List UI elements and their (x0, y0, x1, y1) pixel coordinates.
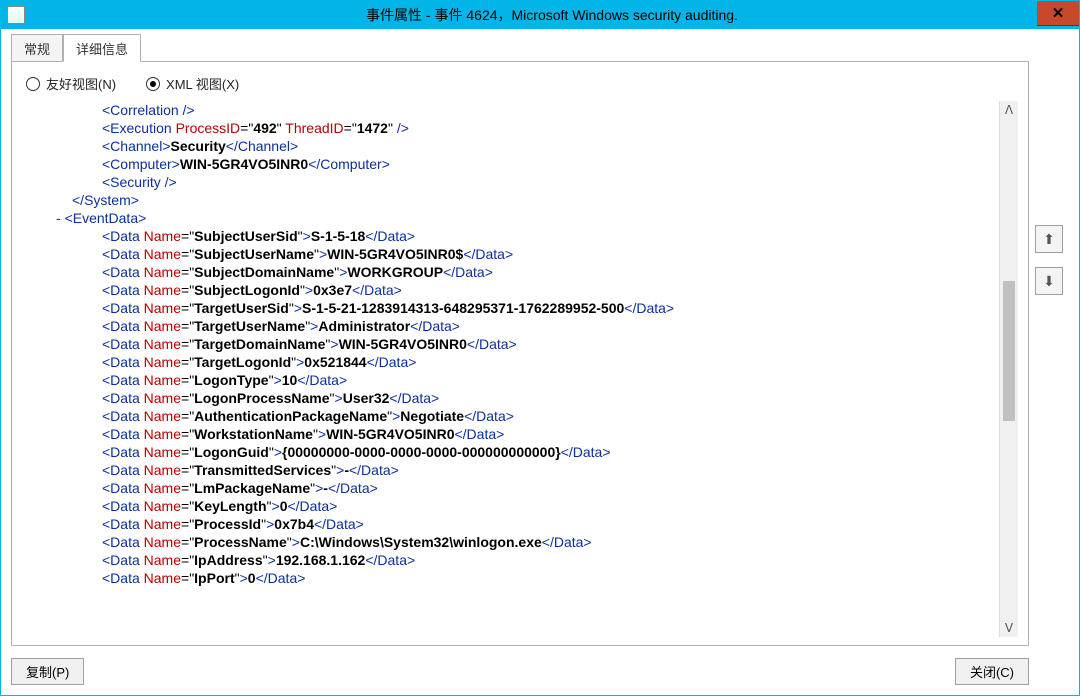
dialog-button-bar: 复制(P) 关闭(C) (11, 646, 1029, 685)
window-close-button[interactable]: ✕ (1037, 1, 1079, 26)
scroll-down-arrow[interactable]: ᐯ (1000, 619, 1018, 637)
scroll-thumb[interactable] (1003, 281, 1015, 421)
tab-strip: 常规 详细信息 (11, 35, 1029, 61)
radio-icon-checked (146, 77, 160, 91)
radio-friendly-label: 友好视图(N) (46, 74, 116, 93)
close-button[interactable]: 关闭(C) (955, 658, 1029, 685)
view-mode-row: 友好视图(N) XML 视图(X) (22, 70, 1018, 101)
radio-icon (26, 77, 40, 91)
arrow-up-icon: ⬆ (1043, 231, 1055, 248)
content-area: 常规 详细信息 友好视图(N) XML 视图(X) (1, 29, 1079, 695)
event-nav: ⬆ ⬇ (1029, 35, 1069, 685)
window: 事件属性 - 事件 4624，Microsoft Windows securit… (0, 0, 1080, 696)
xml-pane-wrap: <Correlation /><Execution ProcessID="492… (22, 101, 1018, 637)
next-event-button[interactable]: ⬇ (1035, 267, 1063, 295)
xml-pane[interactable]: <Correlation /><Execution ProcessID="492… (22, 101, 999, 637)
window-title: 事件属性 - 事件 4624，Microsoft Windows securit… (25, 5, 1079, 25)
arrow-down-icon: ⬇ (1043, 273, 1055, 290)
details-panel: 友好视图(N) XML 视图(X) <Correlation /><Execut… (11, 61, 1029, 646)
radio-xml-label: XML 视图(X) (166, 74, 239, 93)
radio-xml-view[interactable]: XML 视图(X) (146, 74, 239, 93)
close-icon: ✕ (1052, 4, 1065, 22)
radio-friendly-view[interactable]: 友好视图(N) (26, 74, 116, 93)
scroll-up-arrow[interactable]: ᐱ (1000, 101, 1018, 119)
copy-button[interactable]: 复制(P) (11, 658, 84, 685)
app-icon (7, 6, 25, 24)
tab-details[interactable]: 详细信息 (63, 34, 141, 62)
tab-general[interactable]: 常规 (11, 34, 63, 62)
titlebar[interactable]: 事件属性 - 事件 4624，Microsoft Windows securit… (1, 1, 1079, 29)
vertical-scrollbar[interactable]: ᐱ ᐯ (999, 101, 1018, 637)
prev-event-button[interactable]: ⬆ (1035, 225, 1063, 253)
